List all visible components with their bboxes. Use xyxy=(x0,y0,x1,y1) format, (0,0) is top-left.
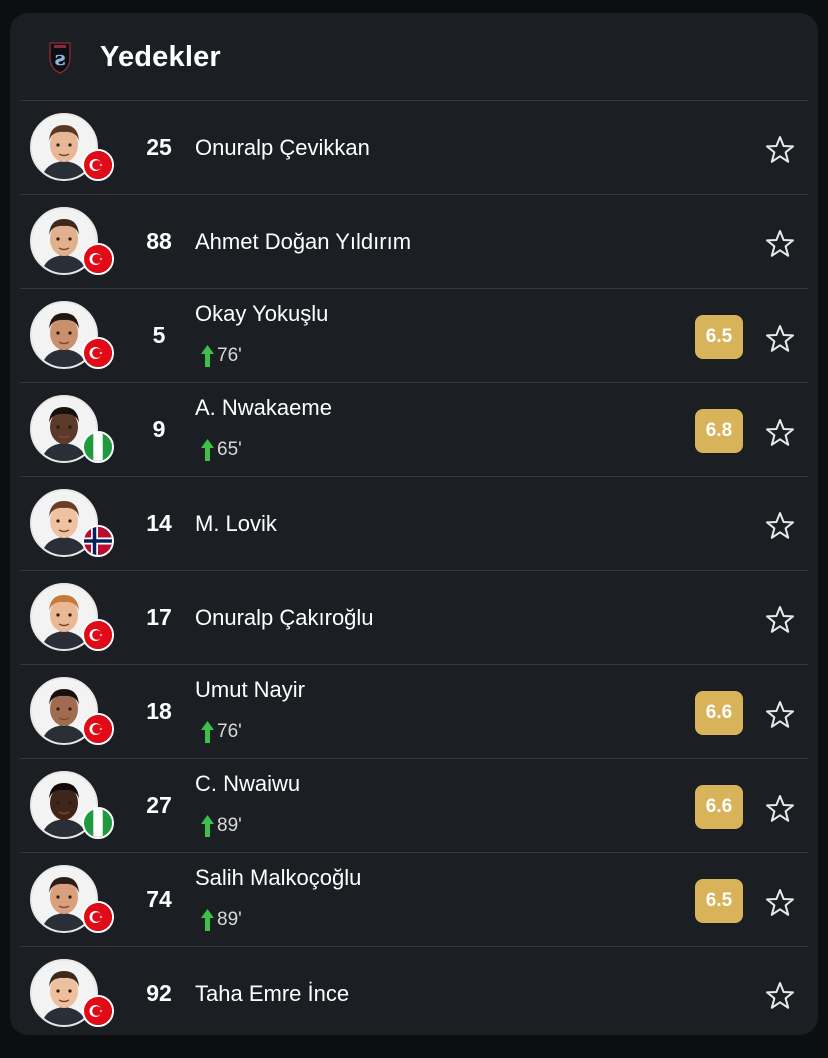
sub-in-arrow-icon xyxy=(201,345,214,367)
player-number: 25 xyxy=(146,134,172,160)
turkey-flag-icon xyxy=(82,713,114,745)
player-number: 9 xyxy=(152,416,166,442)
sub-in-arrow-icon xyxy=(201,439,214,461)
player-row[interactable]: 9 A. Nwakaeme 65' 6.8 xyxy=(20,382,808,476)
player-number: 14 xyxy=(146,510,172,536)
favorite-star-icon[interactable] xyxy=(764,510,796,542)
sub-minute: 76' xyxy=(217,345,242,366)
favorite-star-icon[interactable] xyxy=(764,134,796,166)
player-number: 17 xyxy=(146,604,172,630)
sub-minute: 65' xyxy=(217,439,242,460)
player-name[interactable]: Okay Yokuşlu xyxy=(195,301,328,327)
player-number: 92 xyxy=(146,980,172,1006)
nigeria-flag-icon xyxy=(82,807,114,839)
sub-minute: 76' xyxy=(217,721,242,742)
turkey-flag-icon xyxy=(82,619,114,651)
substitution-info: 89' xyxy=(200,907,242,933)
favorite-star-icon[interactable] xyxy=(764,980,796,1012)
substitution-info: 89' xyxy=(200,813,242,839)
turkey-flag-icon xyxy=(82,149,114,181)
player-row[interactable]: 25 Onuralp Çevikkan xyxy=(20,100,808,194)
player-name[interactable]: Salih Malkoçoğlu xyxy=(195,865,361,891)
favorite-star-icon[interactable] xyxy=(764,323,796,355)
favorite-star-icon[interactable] xyxy=(764,417,796,449)
team-crest-icon: ƨ xyxy=(44,39,76,75)
turkey-flag-icon xyxy=(82,995,114,1027)
substitutes-card: ƨ Yedekler 25 Onuralp Çevikkan 88 Ahmet Doğ… xyxy=(10,13,818,1035)
player-name[interactable]: Umut Nayir xyxy=(195,677,305,703)
player-row[interactable]: 92 Taha Emre İnce xyxy=(20,946,808,1035)
player-row[interactable]: 88 Ahmet Doğan Yıldırım xyxy=(20,194,808,288)
card-header: ƨ Yedekler xyxy=(10,13,818,101)
rating-badge[interactable]: 6.8 xyxy=(695,409,743,453)
player-name[interactable]: C. Nwaiwu xyxy=(195,771,300,797)
player-row[interactable]: 17 Onuralp Çakıroğlu xyxy=(20,570,808,664)
rating-badge[interactable]: 6.5 xyxy=(695,879,743,923)
favorite-star-icon[interactable] xyxy=(764,604,796,636)
nigeria-flag-icon xyxy=(82,431,114,463)
player-number: 18 xyxy=(146,698,172,724)
favorite-star-icon[interactable] xyxy=(764,887,796,919)
player-name[interactable]: Taha Emre İnce xyxy=(195,981,349,1007)
player-name[interactable]: A. Nwakaeme xyxy=(195,395,332,421)
sub-minute: 89' xyxy=(217,815,242,836)
player-list: 25 Onuralp Çevikkan 88 Ahmet Doğan Yıldırım… xyxy=(20,100,808,1035)
player-name[interactable]: Onuralp Çakıroğlu xyxy=(195,605,374,631)
substitution-info: 76' xyxy=(200,719,242,745)
favorite-star-icon[interactable] xyxy=(764,228,796,260)
player-row[interactable]: 27 C. Nwaiwu 89' 6.6 xyxy=(20,758,808,852)
player-number: 74 xyxy=(146,886,172,912)
substitution-info: 65' xyxy=(200,437,242,463)
sub-in-arrow-icon xyxy=(201,909,214,931)
player-row[interactable]: 18 Umut Nayir 76' 6.6 xyxy=(20,664,808,758)
turkey-flag-icon xyxy=(82,243,114,275)
sub-in-arrow-icon xyxy=(201,721,214,743)
turkey-flag-icon xyxy=(82,337,114,369)
player-row[interactable]: 5 Okay Yokuşlu 76' 6.5 xyxy=(20,288,808,382)
sub-minute: 89' xyxy=(217,909,242,930)
rating-badge[interactable]: 6.5 xyxy=(695,315,743,359)
svg-text:ƨ: ƨ xyxy=(54,46,65,70)
player-number: 88 xyxy=(146,228,172,254)
player-name[interactable]: Ahmet Doğan Yıldırım xyxy=(195,229,411,255)
player-row[interactable]: 14 M. Lovik xyxy=(20,476,808,570)
section-title: Yedekler xyxy=(100,41,221,73)
player-row[interactable]: 74 Salih Malkoçoğlu 89' 6.5 xyxy=(20,852,808,946)
turkey-flag-icon xyxy=(82,901,114,933)
player-name[interactable]: M. Lovik xyxy=(195,511,277,537)
rating-badge[interactable]: 6.6 xyxy=(695,691,743,735)
norway-flag-icon xyxy=(82,525,114,557)
rating-badge[interactable]: 6.6 xyxy=(695,785,743,829)
substitution-info: 76' xyxy=(200,343,242,369)
favorite-star-icon[interactable] xyxy=(764,793,796,825)
player-name[interactable]: Onuralp Çevikkan xyxy=(195,135,370,161)
favorite-star-icon[interactable] xyxy=(764,699,796,731)
player-number: 5 xyxy=(152,322,166,348)
player-number: 27 xyxy=(146,792,172,818)
sub-in-arrow-icon xyxy=(201,815,214,837)
